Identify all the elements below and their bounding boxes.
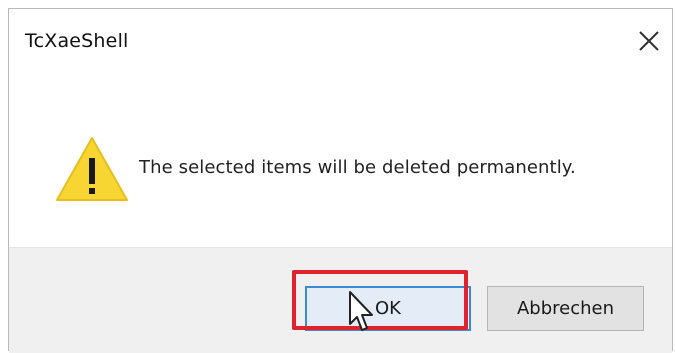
button-bar: OK Abbrechen xyxy=(9,247,672,353)
close-button[interactable] xyxy=(629,23,669,59)
close-icon xyxy=(639,31,659,51)
ok-button[interactable]: OK xyxy=(305,286,471,331)
dialog-title: TcXaeShell xyxy=(25,30,129,52)
dialog-message: The selected items will be deleted perma… xyxy=(139,157,576,178)
warning-icon xyxy=(56,137,128,201)
cancel-button[interactable]: Abbrechen xyxy=(487,286,644,331)
message-dialog: TcXaeShell The selected items will be de… xyxy=(8,8,673,353)
